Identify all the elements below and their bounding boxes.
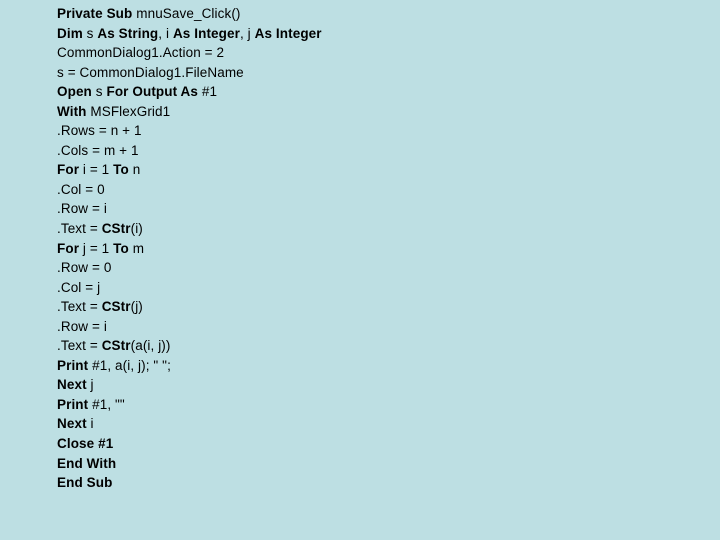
- code-keyword: Print: [57, 357, 89, 373]
- code-text: .Row = 0: [57, 260, 112, 276]
- code-text: s = CommonDialog1.FileName: [57, 64, 244, 80]
- code-line: .Text = CStr(a(i, j)): [57, 336, 697, 356]
- code-keyword: CStr: [101, 221, 131, 237]
- code-text: #1, "": [88, 396, 125, 412]
- code-keyword: Next: [57, 416, 87, 432]
- code-line: Dim s As String, i As Integer, j As Inte…: [57, 24, 697, 44]
- code-keyword: To: [113, 162, 129, 178]
- code-line: .Rows = n + 1: [57, 121, 697, 141]
- code-text: (i): [130, 221, 143, 237]
- code-keyword: End With: [57, 455, 117, 471]
- code-text: .Text =: [57, 221, 102, 237]
- code-text: m: [128, 240, 145, 256]
- code-line: Private Sub mnuSave_Click(): [57, 4, 697, 24]
- code-text: CommonDialog1.Action = 2: [57, 45, 225, 61]
- code-text: .Row = i: [57, 201, 107, 217]
- code-keyword: CStr: [101, 338, 131, 354]
- code-keyword: Print: [57, 396, 89, 412]
- code-line: Next j: [57, 375, 697, 395]
- code-line: Next i: [57, 414, 697, 434]
- code-line: .Col = j: [57, 278, 697, 298]
- code-text: (a(i, j)): [130, 338, 171, 354]
- code-text: (j): [130, 299, 143, 315]
- code-text: j = 1: [79, 240, 114, 256]
- code-text: .Rows = n + 1: [57, 123, 142, 139]
- code-text: #1: [198, 84, 218, 100]
- code-line: End Sub: [57, 473, 697, 493]
- code-keyword: With: [57, 103, 87, 119]
- code-line: .Row = i: [57, 199, 697, 219]
- code-line: s = CommonDialog1.FileName: [57, 63, 697, 83]
- code-line: Print #1, "": [57, 395, 697, 415]
- code-keyword: For Output As: [106, 84, 199, 100]
- code-line: Close #1: [57, 434, 697, 454]
- code-line: For i = 1 To n: [57, 160, 697, 180]
- code-keyword: To: [113, 240, 129, 256]
- code-text: s: [82, 25, 98, 41]
- code-keyword: Private Sub: [57, 6, 133, 21]
- code-text: .Col = 0: [57, 181, 105, 197]
- code-text: j: [86, 377, 94, 393]
- code-keyword: Dim: [57, 25, 83, 41]
- code-text: mnuSave_Click(): [132, 6, 241, 21]
- code-text: .Text =: [57, 338, 102, 354]
- code-keyword: For: [57, 240, 80, 256]
- code-keyword: For: [57, 162, 80, 178]
- code-keyword: As Integer: [254, 25, 322, 41]
- code-text: i: [86, 416, 94, 432]
- code-keyword: Close #1: [57, 436, 114, 452]
- code-text: s: [91, 84, 107, 100]
- code-line: CommonDialog1.Action = 2: [57, 43, 697, 63]
- code-line: Print #1, a(i, j); " ";: [57, 356, 697, 376]
- code-listing: Private Sub mnuSave_Click() Dim s As Stri…: [57, 4, 697, 493]
- code-keyword: Next: [57, 377, 87, 393]
- code-text: MSFlexGrid1: [86, 103, 171, 119]
- code-line: .Text = CStr(j): [57, 297, 697, 317]
- code-line: .Row = 0: [57, 258, 697, 278]
- code-text: , j: [239, 25, 255, 41]
- code-text: n: [128, 162, 141, 178]
- code-text: , i: [158, 25, 173, 41]
- code-line: .Text = CStr(i): [57, 219, 697, 239]
- code-line: End With: [57, 454, 697, 474]
- code-text: #1, a(i, j); " ";: [88, 357, 171, 373]
- code-keyword: As Integer: [172, 25, 240, 41]
- code-keyword: End Sub: [57, 475, 113, 491]
- code-text: .Cols = m + 1: [57, 142, 139, 158]
- code-keyword: As String: [97, 25, 159, 41]
- code-line: .Cols = m + 1: [57, 141, 697, 161]
- code-line: With MSFlexGrid1: [57, 102, 697, 122]
- code-line: .Col = 0: [57, 180, 697, 200]
- code-line: .Row = i: [57, 317, 697, 337]
- code-keyword: CStr: [101, 299, 131, 315]
- code-text: .Col = j: [57, 279, 101, 295]
- code-text: .Text =: [57, 299, 102, 315]
- code-line: Open s For Output As #1: [57, 82, 697, 102]
- code-text: i = 1: [79, 162, 114, 178]
- code-text: .Row = i: [57, 318, 107, 334]
- code-keyword: Open: [57, 84, 92, 100]
- code-line: For j = 1 To m: [57, 239, 697, 259]
